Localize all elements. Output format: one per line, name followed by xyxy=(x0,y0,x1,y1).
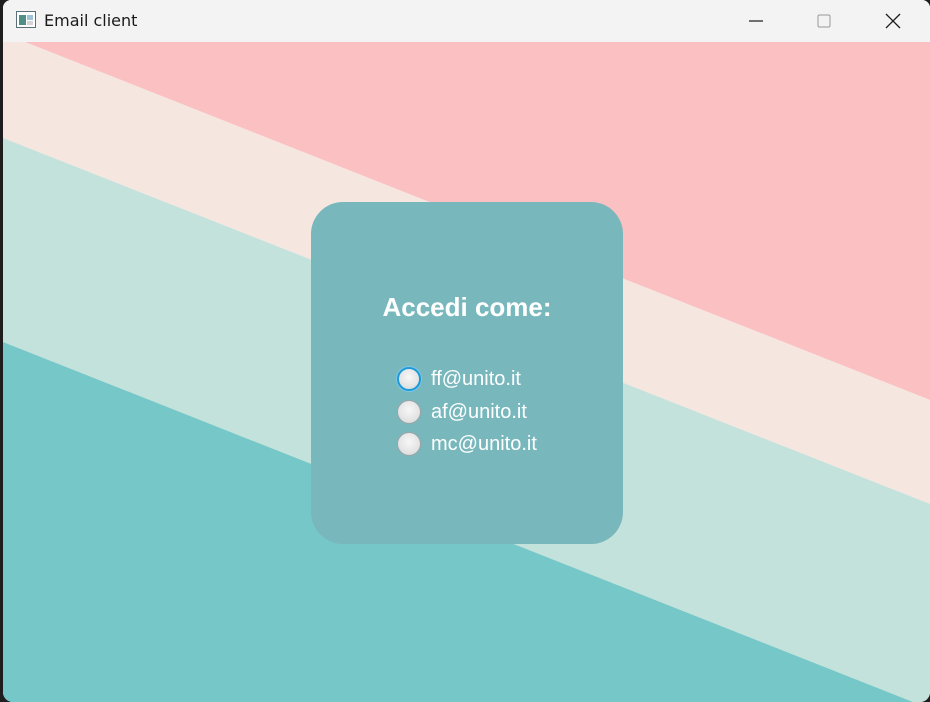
minimize-button[interactable] xyxy=(722,0,790,42)
account-option-2[interactable]: af@unito.it xyxy=(397,397,527,427)
app-window-icon xyxy=(16,11,36,28)
minimize-icon xyxy=(749,20,763,22)
maximize-icon xyxy=(817,14,831,28)
close-button[interactable] xyxy=(859,0,927,42)
radio-button[interactable] xyxy=(397,400,421,424)
title-bar[interactable]: Email client xyxy=(3,0,930,42)
app-window: Email client Accedi come: ff@unito.it af… xyxy=(3,0,930,702)
window-title: Email client xyxy=(44,11,138,30)
radio-button[interactable] xyxy=(397,367,421,391)
radio-button[interactable] xyxy=(397,432,421,456)
login-title: Accedi come: xyxy=(382,292,552,322)
close-icon xyxy=(885,13,901,29)
account-label: ff@unito.it xyxy=(431,367,521,390)
account-option-1[interactable]: ff@unito.it xyxy=(397,364,521,394)
main-content: Accedi come: ff@unito.it af@unito.it mc@… xyxy=(3,42,930,702)
maximize-button[interactable] xyxy=(790,0,858,42)
account-label: af@unito.it xyxy=(431,400,527,423)
account-label: mc@unito.it xyxy=(431,432,537,455)
login-card: Accedi come: ff@unito.it af@unito.it mc@… xyxy=(311,202,623,544)
account-option-3[interactable]: mc@unito.it xyxy=(397,429,537,459)
